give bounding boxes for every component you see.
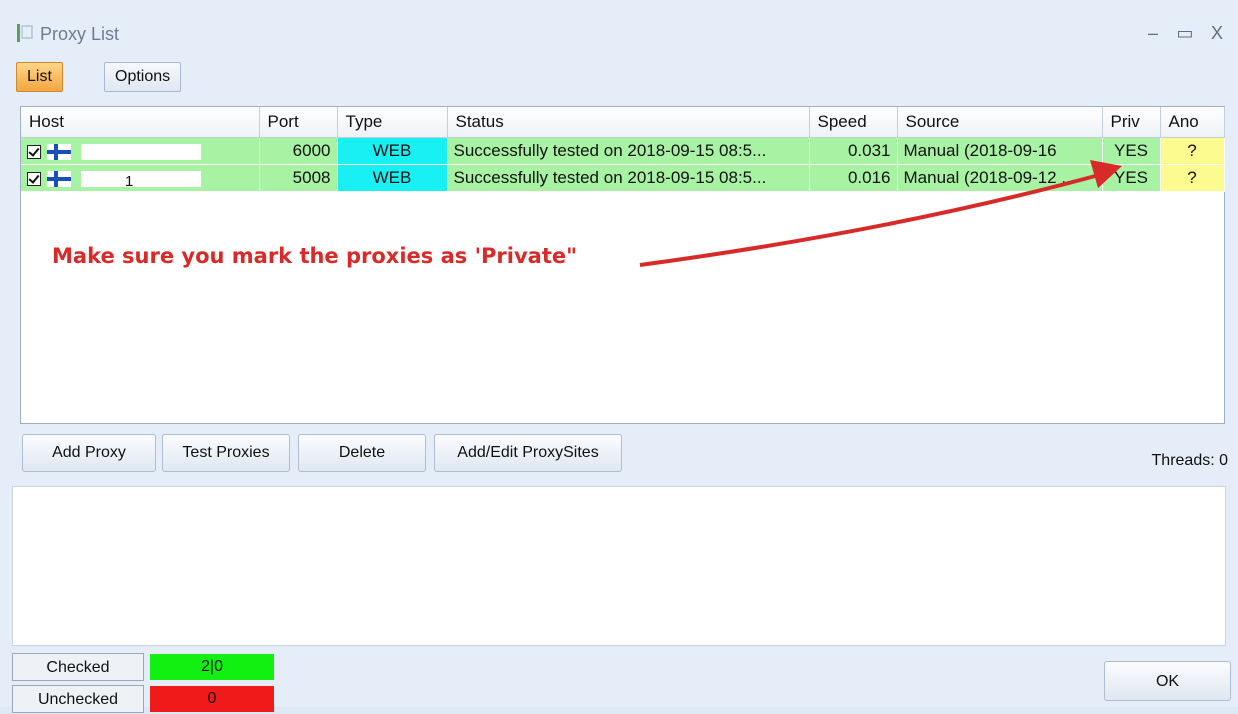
- proxy-list-icon: [17, 24, 33, 42]
- add-edit-proxysites-button[interactable]: Add/Edit ProxySites: [434, 434, 622, 472]
- speed-cell: 0.016: [809, 164, 898, 192]
- type-cell: WEB: [337, 137, 448, 165]
- source-cell: Manual (2018-09-12 ...: [897, 164, 1103, 192]
- finland-flag-icon: [47, 170, 71, 187]
- log-output-area[interactable]: [12, 486, 1226, 646]
- column-header-speed[interactable]: Speed: [809, 107, 898, 138]
- tab-list[interactable]: List: [16, 62, 63, 92]
- host-cell[interactable]: [21, 137, 260, 165]
- delete-button[interactable]: Delete: [298, 434, 426, 472]
- ano-cell: ?: [1160, 137, 1225, 165]
- table-row[interactable]: 1 5008 WEB Successfully tested on 2018-0…: [21, 164, 1225, 192]
- minimize-button[interactable]: –: [1140, 20, 1166, 46]
- unchecked-count: 0: [150, 686, 274, 712]
- tab-options[interactable]: Options: [104, 62, 182, 92]
- status-cell: Successfully tested on 2018-09-15 08:5..…: [447, 164, 810, 192]
- speed-cell: 0.031: [809, 137, 898, 165]
- proxy-list-window: Proxy List – ▭ X List Options Host Port …: [0, 0, 1238, 713]
- checked-count: 2|0: [150, 654, 274, 680]
- priv-cell[interactable]: YES: [1102, 137, 1161, 165]
- table-row[interactable]: 6000 WEB Successfully tested on 2018-09-…: [21, 137, 1225, 165]
- port-cell: 5008: [259, 164, 338, 192]
- window-title: Proxy List: [40, 24, 120, 44]
- column-header-host[interactable]: Host: [21, 107, 260, 138]
- close-button[interactable]: X: [1204, 20, 1230, 46]
- column-header-ano[interactable]: Ano: [1160, 107, 1225, 138]
- column-header-type[interactable]: Type: [337, 107, 448, 138]
- type-cell: WEB: [337, 164, 448, 192]
- source-cell: Manual (2018-09-16: [897, 137, 1103, 165]
- ok-button[interactable]: OK: [1104, 661, 1231, 701]
- priv-cell[interactable]: YES: [1102, 164, 1161, 192]
- column-header-status[interactable]: Status: [447, 107, 810, 138]
- finland-flag-icon: [47, 143, 71, 160]
- checked-label: Checked: [12, 653, 144, 681]
- row-checkbox[interactable]: [27, 144, 41, 159]
- table-header-row: Host Port Type Status Speed Source Priv …: [21, 107, 1225, 138]
- threads-count: Threads: 0: [1151, 452, 1228, 469]
- maximize-button[interactable]: ▭: [1172, 20, 1198, 46]
- row-checkbox[interactable]: [27, 171, 41, 186]
- title-bar: Proxy List – ▭ X: [0, 14, 1238, 54]
- column-header-source[interactable]: Source: [897, 107, 1103, 138]
- host-value: 1: [81, 170, 201, 190]
- host-cell[interactable]: 1: [21, 164, 260, 192]
- unchecked-label: Unchecked: [12, 685, 144, 713]
- host-value: [81, 143, 201, 160]
- add-proxy-button[interactable]: Add Proxy: [22, 434, 156, 472]
- test-proxies-button[interactable]: Test Proxies: [162, 434, 290, 472]
- column-header-port[interactable]: Port: [259, 107, 338, 138]
- private-instruction-annotation: Make sure you mark the proxies as 'Priva…: [52, 244, 578, 268]
- column-header-priv[interactable]: Priv: [1102, 107, 1161, 138]
- status-cell: Successfully tested on 2018-09-15 08:5..…: [447, 137, 810, 165]
- port-cell: 6000: [259, 137, 338, 165]
- ano-cell: ?: [1160, 164, 1225, 192]
- proxy-table: Host Port Type Status Speed Source Priv …: [21, 107, 1225, 192]
